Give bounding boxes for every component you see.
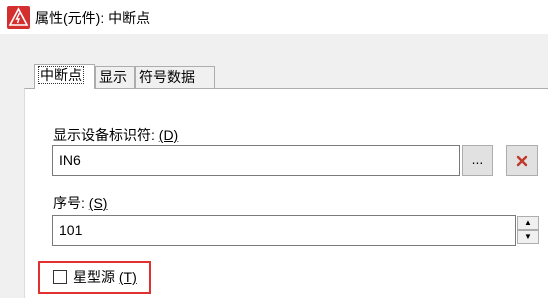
window-title: 属性(元件): 中断点 [35, 10, 151, 26]
display-device-id-label: 显示设备标识符: (D) [53, 127, 179, 143]
sequence-number-input[interactable]: 101 [52, 215, 516, 246]
red-x-icon [516, 155, 528, 167]
app-warning-icon [7, 6, 30, 29]
tab-breakpoint-label: 中断点 [38, 66, 84, 84]
tab-symbol-data-label: 符号数据 [139, 69, 195, 85]
spin-up-button[interactable]: ▲ [517, 216, 539, 230]
spin-down-button[interactable]: ▼ [517, 230, 539, 244]
tab-display-label: 显示 [99, 69, 127, 85]
sequence-number-mnemonic: (S) [88, 195, 108, 211]
tab-breakpoint[interactable]: 中断点 [34, 64, 95, 89]
browse-button[interactable]: ... [462, 145, 493, 176]
title-bar: 属性(元件): 中断点 [0, 0, 548, 34]
star-source-checkbox[interactable] [53, 270, 67, 284]
tab-symbol-data[interactable]: 符号数据 [135, 66, 215, 88]
star-source-mnemonic: (T) [118, 269, 137, 285]
display-device-id-mnemonic: (D) [158, 127, 179, 143]
sequence-number-spinner[interactable]: ▲ ▼ [517, 216, 539, 244]
sequence-number-label: 序号: (S) [53, 195, 108, 211]
clear-button[interactable] [506, 145, 538, 176]
tab-display[interactable]: 显示 [95, 66, 135, 88]
display-device-id-input[interactable]: IN6 [52, 145, 460, 176]
star-source-label[interactable]: 星型源 (T) [73, 267, 137, 287]
